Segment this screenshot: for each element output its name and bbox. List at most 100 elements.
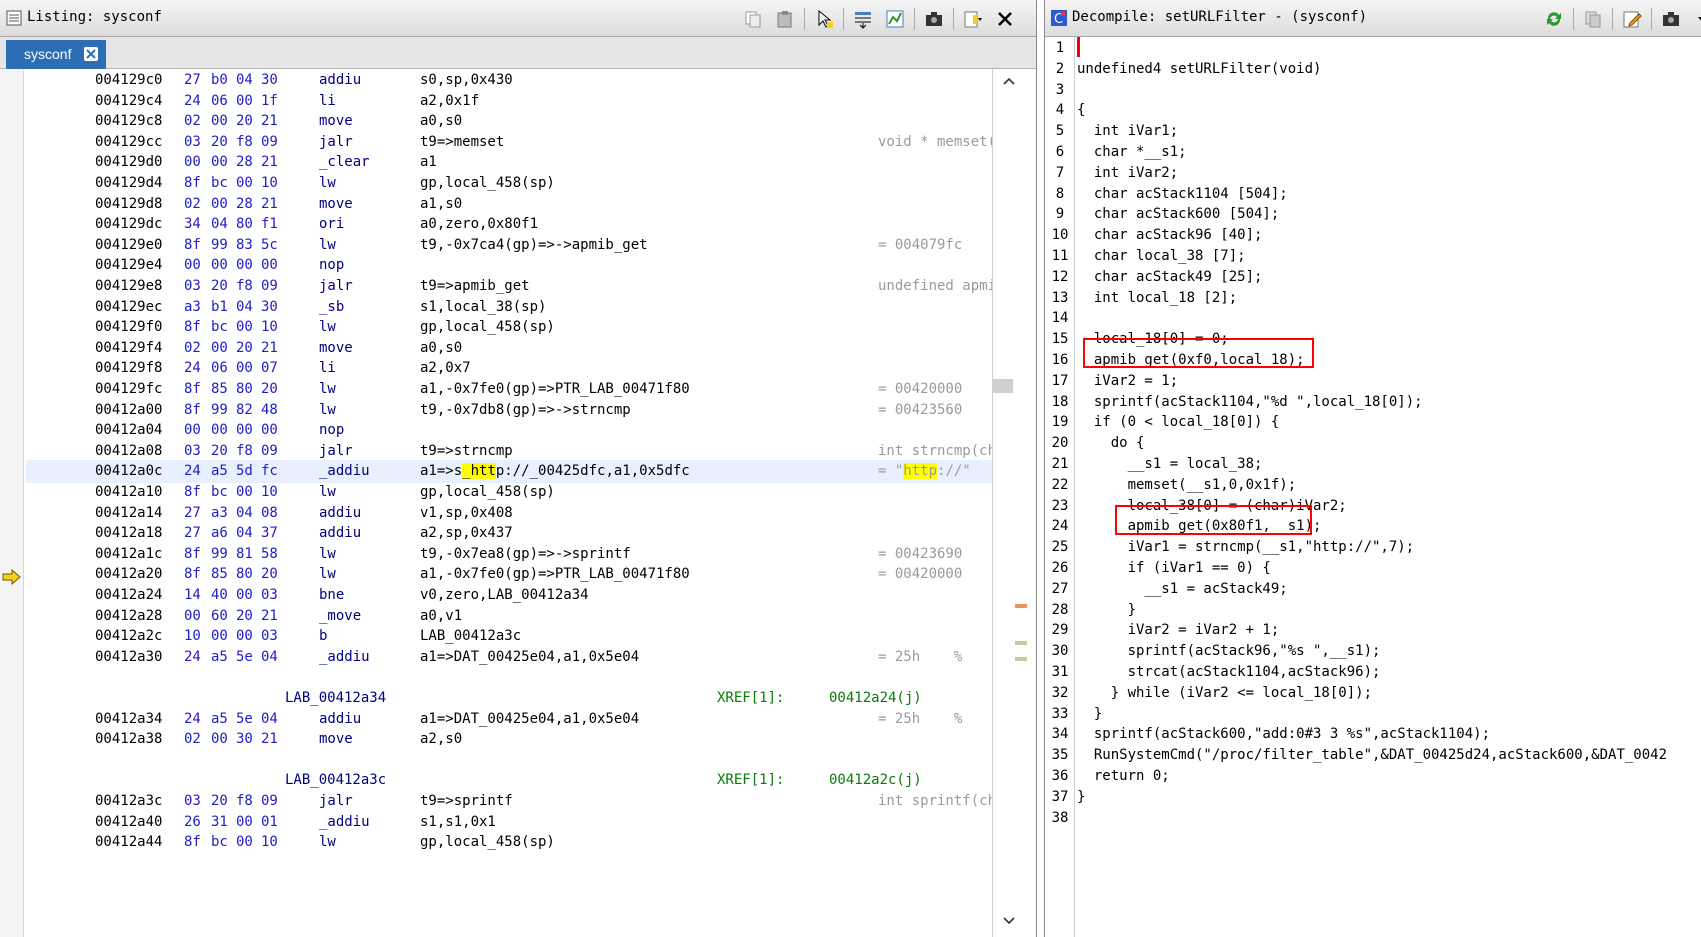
listing-row[interactable]: 00412a1c 8f 99 81 58 lw t9,-0x7ea8(gp)=>->spri… bbox=[26, 543, 992, 566]
operands: a1,s0 bbox=[420, 195, 463, 212]
decompile-line[interactable]: } bbox=[1077, 786, 1085, 809]
copy-icon[interactable] bbox=[740, 7, 766, 31]
decompile-line[interactable]: sprintf(acStack600,"add:0#3 3 %s",acStac… bbox=[1077, 723, 1490, 746]
listing-row[interactable]: 004129cc 03 20 f8 09 jalr t9=>memset void * mem… bbox=[26, 131, 992, 154]
decompile-code-area[interactable]: undefined4 setURLFilter(void) { int iVar1… bbox=[1075, 37, 1701, 937]
listing-row[interactable]: 004129e4 00 00 00 00 nop bbox=[26, 254, 992, 277]
mnemonic: b bbox=[319, 628, 328, 645]
listing-code-area[interactable]: 004129c0 27 b0 04 30 addiu s0,sp,0x430 004129c4… bbox=[26, 69, 992, 937]
decompile-line[interactable]: { bbox=[1077, 99, 1085, 122]
scroll-down-icon[interactable] bbox=[1003, 917, 1015, 925]
decompile-line[interactable]: int local_18 [2]; bbox=[1077, 287, 1237, 310]
code-label: LAB_00412a3c bbox=[285, 772, 387, 789]
blank-row[interactable] bbox=[26, 666, 992, 689]
decompile-line[interactable]: sprintf(acStack1104,"%d ",local_18[0]); bbox=[1077, 391, 1423, 414]
label-row[interactable]: LAB_00412a3c XREF[1]: 00412a2c(j) bbox=[26, 769, 992, 792]
blank-row[interactable] bbox=[26, 749, 992, 772]
decompile-line[interactable]: __s1 = acStack49; bbox=[1077, 578, 1287, 601]
line-number: 32 bbox=[1051, 684, 1069, 701]
listing-row[interactable]: 004129f0 8f bc 00 10 lw gp,local_458(sp) bbox=[26, 316, 992, 339]
listing-row[interactable]: 00412a38 02 00 30 21 move a2,s0 bbox=[26, 728, 992, 751]
decompile-line[interactable]: if (0 < local_18[0]) { bbox=[1077, 411, 1279, 434]
listing-row[interactable]: 00412a00 8f 99 82 48 lw t9,-0x7db8(gp)=>->strn… bbox=[26, 399, 992, 422]
listing-row[interactable]: 00412a28 00 60 20 21 _move a0,v1 bbox=[26, 605, 992, 628]
diff-view-icon[interactable] bbox=[882, 7, 908, 31]
listing-row[interactable]: 00412a40 26 31 00 01 _addiu s1,s1,0x1 bbox=[26, 811, 992, 834]
decompile-line[interactable]: undefined4 setURLFilter(void) bbox=[1077, 58, 1321, 81]
instruction-byte: 09 bbox=[261, 442, 278, 459]
instruction-address: 00412a08 bbox=[95, 442, 163, 459]
decompile-line[interactable]: iVar2 = 1; bbox=[1077, 370, 1178, 393]
decompile-line[interactable]: memset(__s1,0,0x1f); bbox=[1077, 474, 1297, 497]
listing-row[interactable]: 004129c8 02 00 20 21 move a0,s0 bbox=[26, 110, 992, 133]
mnemonic: move bbox=[319, 339, 353, 356]
listing-row[interactable]: 004129ec a3 b1 04 30 _sb s1,local_38(sp) bbox=[26, 296, 992, 319]
listing-row[interactable]: 00412a04 00 00 00 00 nop bbox=[26, 419, 992, 442]
listing-row[interactable]: 00412a2c 10 00 00 03 b LAB_00412a3c bbox=[26, 625, 992, 648]
operands: a2,0x7 bbox=[420, 360, 471, 377]
scroll-thumb[interactable] bbox=[993, 379, 1013, 393]
close-icon[interactable] bbox=[84, 47, 98, 61]
listing-row[interactable]: 004129f8 24 06 00 07 li a2,0x7 bbox=[26, 357, 992, 380]
listing-icon bbox=[6, 10, 22, 26]
decompile-line[interactable]: } bbox=[1077, 703, 1102, 726]
decompile-line[interactable]: sprintf(acStack96,"%s ",__s1); bbox=[1077, 640, 1381, 663]
mnemonic: addiu bbox=[319, 504, 362, 521]
dropdown-chevron-icon[interactable] bbox=[1690, 7, 1701, 31]
listing-row[interactable]: 004129dc 34 04 80 f1 ori a0,zero,0x80f1 bbox=[26, 213, 992, 236]
listing-scrollbar[interactable] bbox=[992, 69, 1029, 937]
listing-row[interactable]: 00412a08 03 20 f8 09 jalr t9=>strncmp int strnc… bbox=[26, 440, 992, 463]
decompile-line[interactable]: char local_38 [7]; bbox=[1077, 245, 1246, 268]
field-format-icon[interactable] bbox=[850, 7, 876, 31]
display-options-icon[interactable] bbox=[960, 7, 986, 31]
line-number: 6 bbox=[1055, 144, 1065, 160]
listing-row[interactable]: 00412a20 8f 85 80 20 lw a1,-0x7fe0(gp)=>PTR_LA… bbox=[26, 563, 992, 586]
listing-row[interactable]: 00412a44 8f bc 00 10 lw gp,local_458(sp) bbox=[26, 831, 992, 854]
close-icon[interactable] bbox=[992, 7, 1018, 31]
listing-row[interactable]: 00412a24 14 40 00 03 bne v0,zero,LAB_00412a34 bbox=[26, 584, 992, 607]
listing-row[interactable]: 00412a3c 03 20 f8 09 jalr t9=>sprintf int sprin… bbox=[26, 790, 992, 813]
decompile-line[interactable]: char acStack1104 [504]; bbox=[1077, 183, 1288, 206]
decompile-line[interactable]: char *__s1; bbox=[1077, 141, 1187, 164]
label-row[interactable]: LAB_00412a34 XREF[1]: 00412a24(j) bbox=[26, 687, 992, 710]
listing-row[interactable]: 00412a10 8f bc 00 10 lw gp,local_458(sp) bbox=[26, 481, 992, 504]
listing-row[interactable]: 004129d4 8f bc 00 10 lw gp,local_458(sp) bbox=[26, 172, 992, 195]
decompile-line[interactable]: char acStack49 [25]; bbox=[1077, 266, 1263, 289]
scroll-up-icon[interactable] bbox=[1003, 77, 1015, 85]
edit-signature-icon[interactable] bbox=[1619, 7, 1645, 31]
decompile-line[interactable]: __s1 = local_38; bbox=[1077, 453, 1263, 476]
listing-row[interactable]: 00412a18 27 a6 04 37 addiu a2,sp,0x437 bbox=[26, 522, 992, 545]
decompile-line[interactable]: iVar2 = iVar2 + 1; bbox=[1077, 619, 1280, 642]
decompile-line[interactable]: strcat(acStack1104,acStack96); bbox=[1077, 661, 1381, 684]
decompile-line[interactable]: return 0; bbox=[1077, 765, 1170, 788]
listing-row[interactable]: 004129e0 8f 99 83 5c lw t9,-0x7ca4(gp)=>->apmi… bbox=[26, 234, 992, 257]
decompile-line[interactable]: } while (iVar2 <= local_18[0]); bbox=[1077, 682, 1372, 705]
tab-sysconf[interactable]: sysconf bbox=[6, 40, 106, 69]
listing-row[interactable]: 004129fc 8f 85 80 20 lw a1,-0x7fe0(gp)=>PTR_LA… bbox=[26, 378, 992, 401]
decompile-line[interactable]: char acStack600 [504]; bbox=[1077, 203, 1279, 226]
decompile-line[interactable]: int iVar1; bbox=[1077, 120, 1178, 143]
listing-row[interactable]: 004129d0 00 00 28 21 _clear a1 bbox=[26, 151, 992, 174]
listing-row[interactable]: 004129d8 02 00 28 21 move a1,s0 bbox=[26, 193, 992, 216]
decompile-line[interactable]: RunSystemCmd("/proc/filter_table",&DAT_0… bbox=[1077, 744, 1667, 767]
decompile-line[interactable]: do { bbox=[1077, 432, 1145, 455]
cursor-select-icon[interactable] bbox=[811, 7, 837, 31]
refresh-icon[interactable] bbox=[1541, 7, 1567, 31]
decompile-line[interactable]: iVar1 = strncmp(__s1,"http://",7); bbox=[1077, 536, 1415, 559]
decompile-line[interactable]: if (iVar1 == 0) { bbox=[1077, 557, 1271, 580]
listing-row[interactable]: 00412a34 24 a5 5e 04 addiu a1=>DAT_00425e04,a1… bbox=[26, 708, 992, 731]
decompile-line[interactable]: } bbox=[1077, 599, 1136, 622]
listing-row[interactable]: 004129c0 27 b0 04 30 addiu s0,sp,0x430 bbox=[26, 69, 992, 92]
listing-row[interactable]: 00412a30 24 a5 5e 04 _addiu a1=>DAT_00425e04,a… bbox=[26, 646, 992, 669]
decompile-line[interactable]: int iVar2; bbox=[1077, 162, 1178, 185]
snapshot-icon[interactable] bbox=[921, 7, 947, 31]
listing-row[interactable]: 004129f4 02 00 20 21 move a0,s0 bbox=[26, 337, 992, 360]
copy-icon[interactable] bbox=[1580, 7, 1606, 31]
listing-row[interactable]: 00412a14 27 a3 04 08 addiu v1,sp,0x408 bbox=[26, 502, 992, 525]
listing-row[interactable]: 004129e8 03 20 f8 09 jalr t9=>apmib_get undefin… bbox=[26, 275, 992, 298]
listing-row[interactable]: 004129c4 24 06 00 1f li a2,0x1f bbox=[26, 90, 992, 113]
listing-row[interactable]: 00412a0c 24 a5 5d fc _addiu a1=>s_http://_0042… bbox=[26, 460, 992, 483]
paste-icon[interactable] bbox=[772, 7, 798, 31]
decompile-line[interactable]: char acStack96 [40]; bbox=[1077, 224, 1263, 247]
snapshot-icon[interactable] bbox=[1658, 7, 1684, 31]
